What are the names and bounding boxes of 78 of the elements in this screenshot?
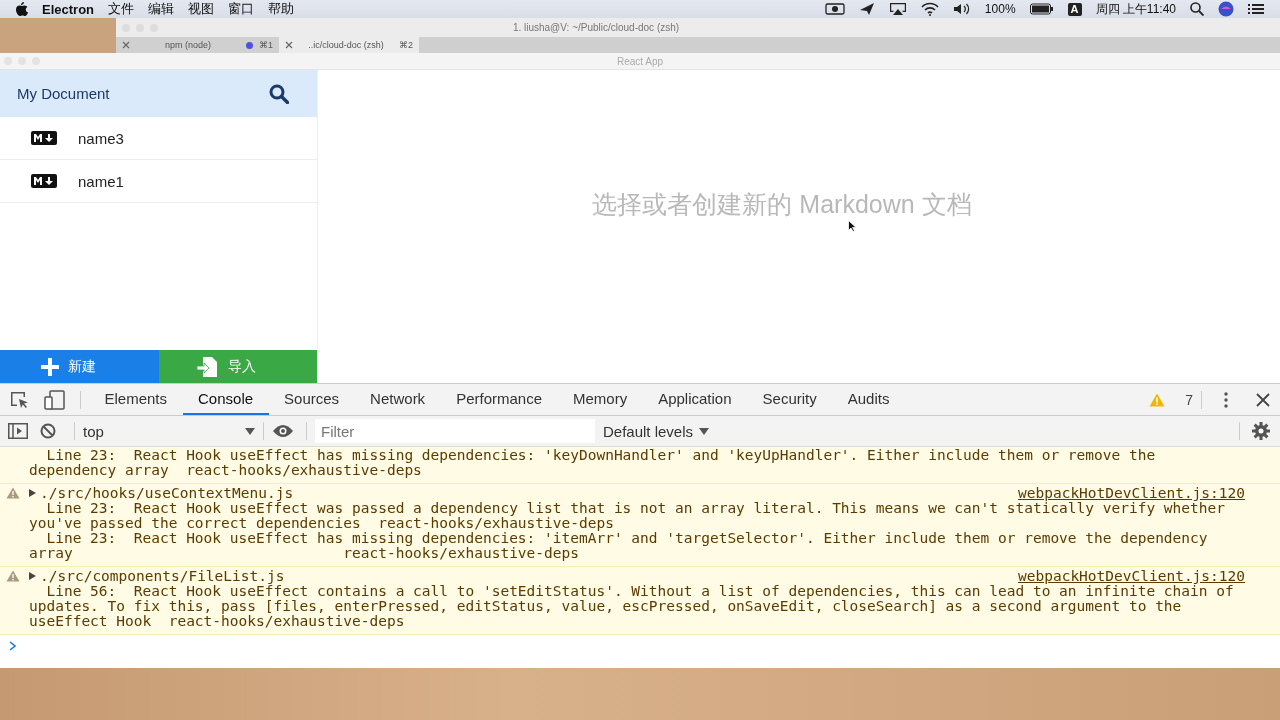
- activity-dot: [246, 41, 253, 49]
- list-icon: [1248, 3, 1264, 15]
- close-icon: [122, 41, 130, 49]
- expand-triangle-icon: [29, 572, 36, 580]
- source-link[interactable]: webpackHotDevClient.js:120: [1018, 568, 1245, 584]
- sidebar-title: My Document: [17, 85, 110, 102]
- prompt-chevron-icon: [9, 641, 16, 651]
- search-icon: [1190, 2, 1204, 16]
- dropdown-arrow-icon: [245, 427, 255, 435]
- sidebar-toggle-icon: [8, 423, 28, 439]
- console-message-line: array react-hooks/exhaustive-deps: [28, 546, 580, 561]
- warning-icon: [6, 487, 20, 499]
- source-link[interactable]: webpackHotDevClient.js:120: [1018, 485, 1245, 501]
- window-title: React App: [615, 55, 665, 67]
- file-import-icon: [197, 356, 220, 377]
- console-message-line: Line 23: React Hook useEffect was passed a dependency list that is not an array literal. This means we can't statically verify whether: [46, 501, 1225, 516]
- siri-icon: [1218, 1, 1234, 17]
- file-item[interactable]: name1: [0, 160, 317, 203]
- paper-plane-icon: [858, 2, 875, 16]
- console-message-line: Line 23: React Hook useEffect has missing dependencies: 'itemArr' and 'targetSelector'. Either include them or remove the dependency: [46, 531, 1209, 546]
- console-message-line: you've passed the correct dependencies react-hooks/exhaustive-deps: [28, 516, 615, 531]
- dropdown-arrow-icon: [699, 427, 710, 435]
- search-button[interactable]: [269, 83, 289, 104]
- devtools-tab[interactable]: Performance: [440, 384, 558, 415]
- terminal-tab[interactable]: ..ic/cloud-doc (zsh) ⌘2: [279, 37, 419, 53]
- devtools-tab[interactable]: Application: [642, 384, 748, 415]
- file-item[interactable]: name3: [0, 117, 317, 160]
- window-title: 1. liusha@V: ~/Public/cloud-doc (zsh): [511, 22, 681, 33]
- input-source-badge[interactable]: A: [1067, 2, 1082, 16]
- menu-clock: 周四 上午11:40: [1095, 0, 1176, 18]
- menu-item[interactable]: 视图: [188, 0, 214, 18]
- context-dropdown[interactable]: top: [83, 422, 255, 440]
- app-menu[interactable]: Electron: [42, 1, 94, 17]
- camera-icon: [824, 2, 845, 16]
- log-levels-dropdown[interactable]: Default levels: [603, 422, 710, 440]
- warnings-counter[interactable]: 7: [1149, 391, 1201, 408]
- devtools-tab[interactable]: Sources: [268, 384, 355, 415]
- markdown-icon: [31, 174, 57, 188]
- devtools-tab[interactable]: Security: [747, 384, 833, 415]
- console-message-line: Line 23: React Hook useEffect has missing dependencies: 'keyDownHandler' and 'keyUpHandler'. Either include them or remove the: [46, 448, 1157, 463]
- eye-icon: [272, 424, 294, 438]
- expandable-message-source[interactable]: ./src/hooks/useContextMenu.js: [29, 485, 294, 501]
- filter-field[interactable]: Filter: [315, 419, 595, 443]
- battery-icon: [1029, 3, 1054, 15]
- apple-icon: [16, 2, 28, 16]
- console-message-line: useEffect Hook react-hooks/exhaustive-deps: [28, 614, 406, 629]
- menu-item[interactable]: 编辑: [148, 0, 174, 18]
- console-message-line: Line 56: React Hook useEffect contains a call to 'setEditStatus'. Without a list of dependencies, this can lead to an infinite chain of: [46, 584, 1234, 599]
- search-icon: [269, 83, 289, 104]
- empty-state-text: 选择或者创建新的 Markdown 文档: [592, 189, 972, 218]
- console-message-line: dependency array react-hooks/exhaustive-deps: [28, 463, 422, 478]
- expand-triangle-icon: [29, 489, 36, 497]
- settings-icon: [1252, 422, 1270, 440]
- expandable-message-source[interactable]: ./src/components/FileList.js: [29, 568, 285, 584]
- menu-item[interactable]: 窗口: [228, 0, 254, 18]
- warning-icon: [6, 570, 20, 582]
- plus-icon: [40, 357, 59, 376]
- warning-icon: [1149, 392, 1166, 407]
- close-icon: [285, 41, 293, 49]
- mouse-cursor-icon: [848, 220, 856, 232]
- battery-percentage: 100%: [984, 2, 1016, 16]
- more-options-icon: [1224, 391, 1228, 408]
- wifi-icon: [920, 2, 939, 16]
- markdown-icon: [31, 131, 57, 145]
- device-toolbar-icon: [44, 389, 66, 410]
- menu-item[interactable]: 文件: [108, 0, 134, 18]
- devtools-tab[interactable]: Memory: [557, 384, 643, 415]
- volume-icon: [952, 2, 971, 16]
- close-icon: [1256, 392, 1270, 407]
- devtools-tab[interactable]: Elements: [89, 384, 183, 415]
- airplay-icon: [888, 2, 907, 16]
- console-message-line: updates. To fix this, pass [files, enterPressed, editStatus, value, escPressed, onSaveEdit, closeSearch] as a second argument to the: [28, 599, 1183, 614]
- devtools-tab[interactable]: Audits: [832, 384, 905, 415]
- inspect-icon: [10, 390, 30, 409]
- new-file-button[interactable]: 新建: [0, 350, 159, 383]
- devtools-tab[interactable]: Network: [354, 384, 441, 415]
- clear-console-icon: [40, 423, 56, 439]
- menu-item[interactable]: 帮助: [268, 0, 294, 18]
